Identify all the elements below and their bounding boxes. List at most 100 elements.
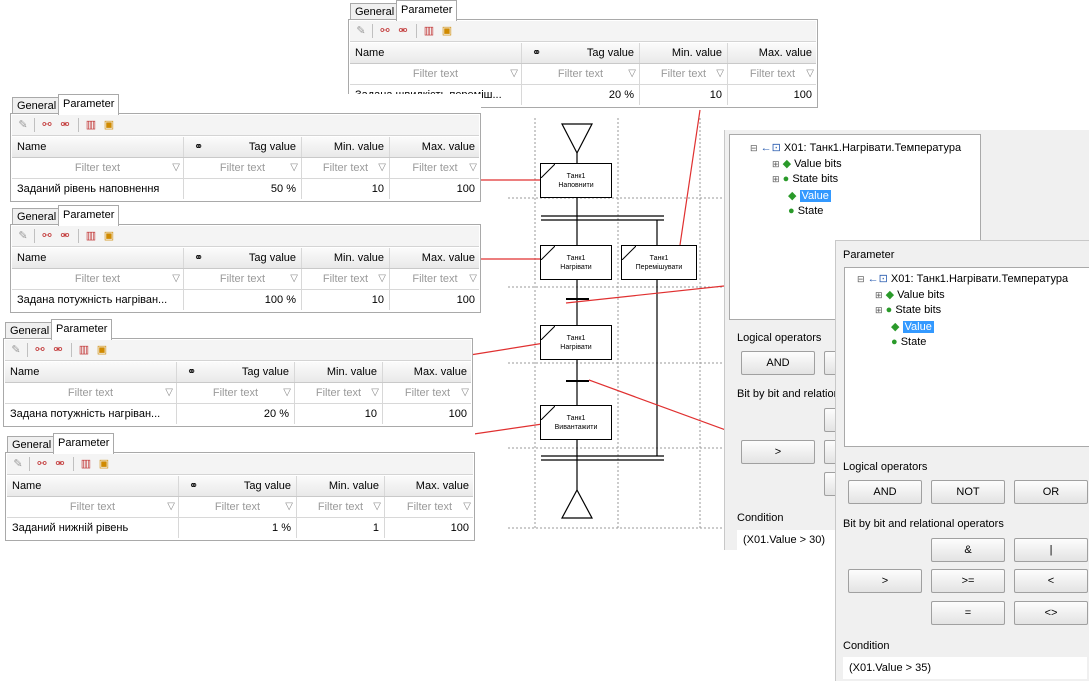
properties-icon[interactable]: ▣ <box>94 342 110 358</box>
col-min-value[interactable]: Min. value <box>302 248 390 268</box>
param-tag-value[interactable]: 1 % <box>179 518 297 538</box>
filter-max[interactable]: Filter text ▽ <box>728 64 817 84</box>
tree-item-value-bits[interactable]: ⊞ ◆ Value bits <box>875 288 945 301</box>
col-tag-value[interactable]: ⚭ Tag value <box>522 43 640 63</box>
tab-general[interactable]: General <box>7 436 57 453</box>
properties-icon[interactable]: ▣ <box>101 228 117 244</box>
tree-root[interactable]: ⊟ ←⊡ X01: Танк1.Нагрівати.Температура <box>750 141 961 154</box>
tab-general[interactable]: General <box>12 97 62 114</box>
filter-tag-value[interactable]: Filter text ▽ <box>179 497 297 517</box>
param-min[interactable]: 1 <box>297 518 385 538</box>
param-max[interactable]: 100 <box>728 85 817 105</box>
tab-parameter[interactable]: Parameter <box>58 94 120 115</box>
condition-field[interactable]: (X01.Value > 30) <box>737 530 843 550</box>
col-max-value[interactable]: Max. value <box>390 248 480 268</box>
and-button[interactable]: AND <box>848 480 922 504</box>
filter-tag-value[interactable]: Filter text ▽ <box>177 383 295 403</box>
filter-min[interactable]: Filter text ▽ <box>297 497 385 517</box>
table-row[interactable]: Заданий рівень наповнення 50 % 10 100 <box>12 179 479 199</box>
col-tag-value[interactable]: ⚭ Tag value <box>184 137 302 157</box>
unlink-tag-icon[interactable]: ⚮ <box>57 117 73 133</box>
columns-icon[interactable]: ▥ <box>421 23 437 39</box>
col-tag-value[interactable]: ⚭ Tag value <box>179 476 297 496</box>
param-min[interactable]: 10 <box>640 85 728 105</box>
link-tag-icon[interactable]: ⚯ <box>34 456 50 472</box>
sfc-step-unload[interactable]: Танк1 Вивантажити <box>540 405 612 440</box>
columns-icon[interactable]: ▥ <box>76 342 92 358</box>
tab-general[interactable]: General <box>12 208 62 225</box>
columns-icon[interactable]: ▥ <box>83 228 99 244</box>
tree-item-state-bits[interactable]: ⊞ ● State bits <box>875 304 941 316</box>
param-tag-value[interactable]: 20 % <box>177 404 295 424</box>
columns-icon[interactable]: ▥ <box>78 456 94 472</box>
col-name[interactable]: Name <box>12 137 184 157</box>
equal-button[interactable]: = <box>931 601 1005 625</box>
tree-item-value[interactable]: ◆ Value <box>788 189 831 202</box>
param-max[interactable]: 100 <box>383 404 472 424</box>
link-tag-icon[interactable]: ⚯ <box>39 117 55 133</box>
sfc-step-mix[interactable]: Танк1 Перемішувати <box>621 245 697 280</box>
param-tag-value[interactable]: 100 % <box>184 290 302 310</box>
filter-min[interactable]: Filter text ▽ <box>295 383 383 403</box>
properties-icon[interactable]: ▣ <box>439 23 455 39</box>
columns-icon[interactable]: ▥ <box>83 117 99 133</box>
tab-parameter[interactable]: Parameter <box>51 319 113 340</box>
pencil-icon[interactable]: ✎ <box>15 228 31 244</box>
greater-button[interactable]: > <box>741 440 815 464</box>
col-min-value[interactable]: Min. value <box>302 137 390 157</box>
col-min-value[interactable]: Min. value <box>297 476 385 496</box>
and-button[interactable]: AND <box>741 351 815 375</box>
col-name[interactable]: Name <box>5 362 177 382</box>
not-equal-button[interactable]: <> <box>1014 601 1088 625</box>
sfc-step-heat-2[interactable]: Танк1 Нагрівати <box>540 325 612 360</box>
table-row[interactable]: Задана потужність нагріван... 100 % 10 1… <box>12 290 479 310</box>
tab-general[interactable]: General <box>5 322 55 339</box>
not-button[interactable]: NOT <box>931 480 1005 504</box>
param-max[interactable]: 100 <box>385 518 474 538</box>
col-max-value[interactable]: Max. value <box>385 476 474 496</box>
tree-item-state[interactable]: ● State <box>788 205 823 217</box>
filter-name[interactable]: Filter text ▽ <box>12 269 184 289</box>
col-tag-value[interactable]: ⚭ Tag value <box>177 362 295 382</box>
properties-icon[interactable]: ▣ <box>101 117 117 133</box>
filter-tag-value[interactable]: Filter text ▽ <box>184 269 302 289</box>
unlink-tag-icon[interactable]: ⚮ <box>52 456 68 472</box>
filter-tag-value[interactable]: Filter text ▽ <box>522 64 640 84</box>
pencil-icon[interactable]: ✎ <box>15 117 31 133</box>
param-min[interactable]: 10 <box>302 290 390 310</box>
filter-max[interactable]: Filter text ▽ <box>383 383 472 403</box>
pencil-icon[interactable]: ✎ <box>10 456 26 472</box>
filter-name[interactable]: Filter text ▽ <box>350 64 522 84</box>
filter-max[interactable]: Filter text ▽ <box>390 158 480 178</box>
col-min-value[interactable]: Min. value <box>640 43 728 63</box>
link-tag-icon[interactable]: ⚯ <box>377 23 393 39</box>
sfc-step-heat[interactable]: Танк1 Нагрівати <box>540 245 612 280</box>
col-name[interactable]: Name <box>7 476 179 496</box>
bitwise-or-button[interactable]: | <box>1014 538 1088 562</box>
greater-equal-button[interactable]: >= <box>931 569 1005 593</box>
col-max-value[interactable]: Max. value <box>728 43 817 63</box>
filter-max[interactable]: Filter text ▽ <box>385 497 474 517</box>
pencil-icon[interactable]: ✎ <box>8 342 24 358</box>
param-max[interactable]: 100 <box>390 290 480 310</box>
col-max-value[interactable]: Max. value <box>383 362 472 382</box>
tab-parameter[interactable]: Parameter <box>58 205 120 226</box>
condition-field[interactable]: (X01.Value > 35) <box>843 657 1087 679</box>
link-tag-icon[interactable]: ⚯ <box>39 228 55 244</box>
col-name[interactable]: Name <box>350 43 522 63</box>
tree-item-state[interactable]: ● State <box>891 336 926 348</box>
tab-parameter[interactable]: Parameter <box>53 433 115 454</box>
filter-max[interactable]: Filter text ▽ <box>390 269 480 289</box>
table-row[interactable]: Задана потужність нагріван... 20 % 10 10… <box>5 404 471 424</box>
link-tag-icon[interactable]: ⚯ <box>32 342 48 358</box>
tab-parameter[interactable]: Parameter <box>396 0 458 21</box>
col-name[interactable]: Name <box>12 248 184 268</box>
filter-min[interactable]: Filter text ▽ <box>640 64 728 84</box>
param-tag-value[interactable]: 20 % <box>522 85 640 105</box>
tree-item-state-bits[interactable]: ⊞ ● State bits <box>772 173 838 185</box>
greater-button[interactable]: > <box>848 569 922 593</box>
filter-tag-value[interactable]: Filter text ▽ <box>184 158 302 178</box>
tree-root[interactable]: ⊟ ←⊡ X01: Танк1.Нагрівати.Температура <box>857 272 1068 285</box>
or-button[interactable]: OR <box>1014 480 1088 504</box>
param-tag-value[interactable]: 50 % <box>184 179 302 199</box>
